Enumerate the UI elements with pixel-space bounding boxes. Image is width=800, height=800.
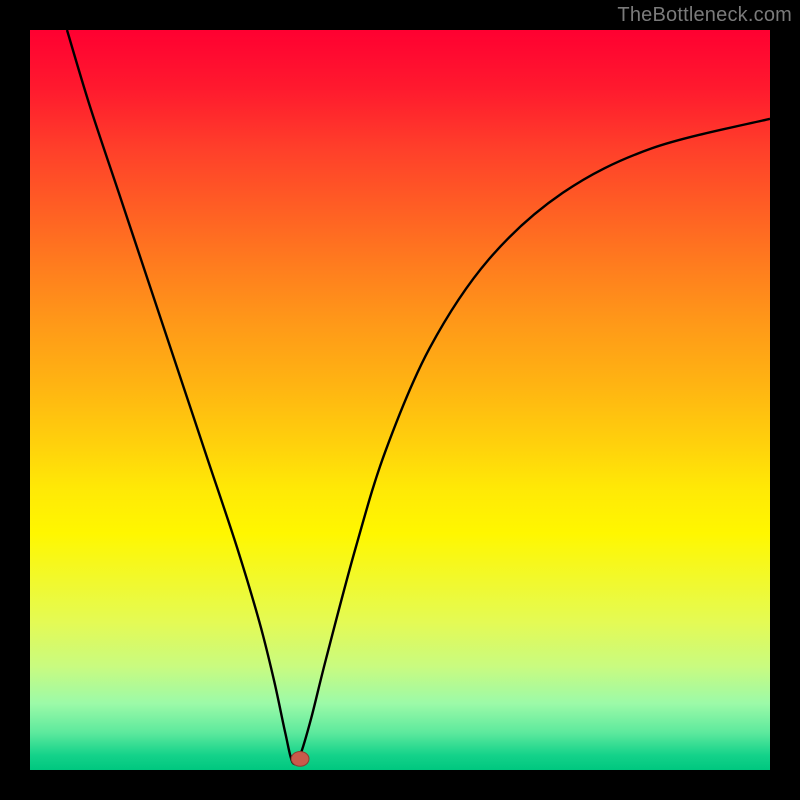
watermark-text: TheBottleneck.com bbox=[617, 4, 792, 27]
chart-frame: TheBottleneck.com bbox=[0, 0, 800, 800]
minimum-marker bbox=[291, 752, 309, 767]
curve-path bbox=[67, 30, 770, 764]
bottleneck-curve bbox=[30, 30, 770, 770]
plot-area bbox=[30, 30, 770, 770]
